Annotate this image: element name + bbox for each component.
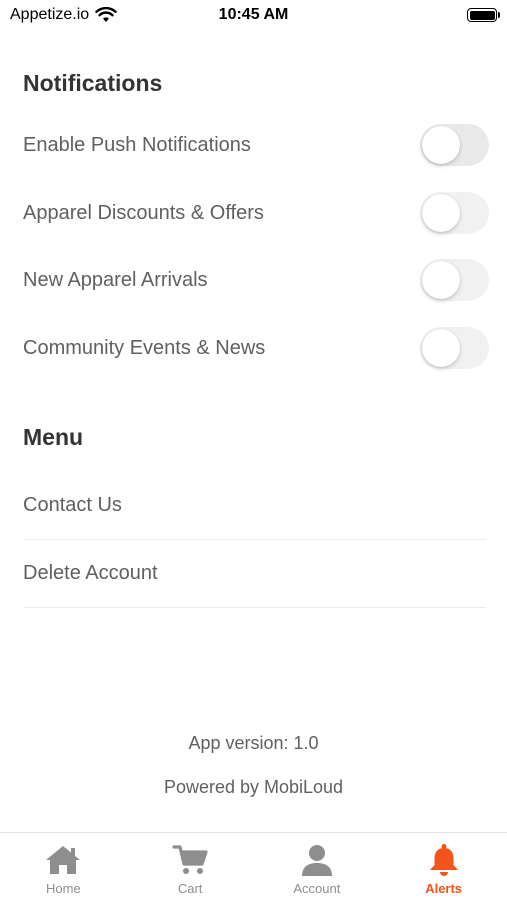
notifications-title: Notifications: [23, 70, 163, 96]
account-icon: [301, 845, 332, 876]
tab-bar: Home Cart Account Alerts: [0, 832, 507, 900]
settings-screen: Appetize.io 10:45 AM Notifications Enabl…: [0, 0, 507, 900]
tab-label: Cart: [177, 881, 203, 896]
bell-icon: [429, 844, 458, 876]
notification-label: Apparel Discounts & Offers: [23, 201, 264, 224]
status-bar: Appetize.io 10:45 AM: [0, 0, 507, 32]
clock: 10:45 AM: [218, 6, 289, 23]
tab-home[interactable]: Home: [0, 833, 127, 900]
tab-alerts[interactable]: Alerts: [380, 833, 507, 900]
menu-item-label: Contact Us: [23, 494, 122, 516]
tab-label: Alerts: [425, 881, 463, 896]
tab-label: Account: [293, 881, 341, 896]
notification-row-community: Community Events & News: [23, 326, 489, 370]
cart-icon: [172, 845, 208, 874]
notification-row-arrivals: New Apparel Arrivals: [23, 258, 489, 302]
notification-row-discounts: Apparel Discounts & Offers: [23, 191, 489, 235]
menu-item-label: Delete Account: [23, 562, 158, 584]
community-events-toggle[interactable]: [420, 327, 489, 369]
discounts-offers-toggle[interactable]: [420, 192, 489, 234]
notification-label: Enable Push Notifications: [23, 133, 251, 156]
notification-row-push: Enable Push Notifications: [23, 123, 489, 167]
tab-cart[interactable]: Cart: [127, 833, 254, 900]
battery-icon: [467, 8, 500, 22]
app-version: App version: 1.0: [188, 733, 319, 753]
new-arrivals-toggle[interactable]: [420, 259, 489, 301]
push-notifications-toggle[interactable]: [420, 124, 489, 166]
tab-account[interactable]: Account: [254, 833, 381, 900]
menu-title: Menu: [23, 424, 84, 450]
notification-label: Community Events & News: [23, 336, 266, 359]
home-icon: [46, 846, 81, 874]
notification-label: New Apparel Arrivals: [23, 268, 208, 291]
tab-label: Home: [46, 881, 81, 896]
menu-item-delete-account[interactable]: Delete Account: [23, 540, 486, 608]
powered-by-link[interactable]: Powered by MobiLoud: [0, 777, 507, 798]
menu-item-contact-us[interactable]: Contact Us: [23, 472, 486, 540]
